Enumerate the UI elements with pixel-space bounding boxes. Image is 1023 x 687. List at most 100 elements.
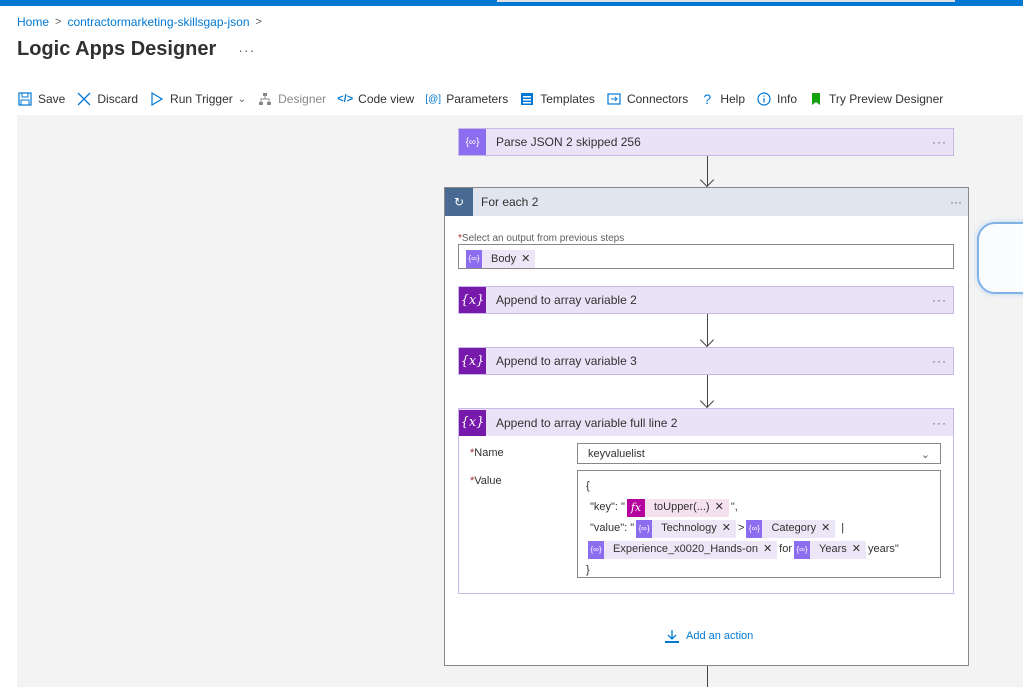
- chevron-right-icon: >: [55, 16, 62, 28]
- try-preview-designer-button[interactable]: Try Preview Designer: [808, 91, 943, 107]
- parse-json-icon: {∞}: [746, 519, 763, 538]
- parameters-label: Parameters: [446, 92, 509, 106]
- value-line-key: "key": " fx toUpper(...) ✕ ",: [586, 497, 932, 518]
- code-view-button[interactable]: </> Code view: [337, 91, 414, 107]
- parse-json-action[interactable]: {∞} Parse JSON 2 skipped 256 ···: [458, 128, 954, 156]
- add-action-button[interactable]: Add an action: [664, 628, 753, 644]
- designer-button[interactable]: Designer: [257, 91, 326, 107]
- help-label: Help: [720, 92, 745, 106]
- code-icon: </>: [337, 93, 354, 105]
- technology-token[interactable]: {∞} Technology ✕: [636, 518, 736, 539]
- breadcrumb-resource[interactable]: contractormarketing-skillsgap-json: [67, 15, 249, 29]
- variable-icon: {x}: [459, 348, 486, 374]
- chevron-right-icon: >: [255, 16, 262, 28]
- remove-token-icon[interactable]: ✕: [722, 518, 731, 539]
- select-output-label: *Select an output from previous steps: [458, 233, 625, 244]
- remove-token-icon[interactable]: ✕: [821, 518, 830, 539]
- templates-icon: [519, 91, 535, 107]
- remove-token-icon[interactable]: ✕: [852, 539, 861, 560]
- connector-line: [707, 666, 708, 687]
- chevron-down-icon: ⌄: [237, 93, 247, 105]
- save-button[interactable]: Save: [17, 91, 65, 107]
- parse-json-icon: {∞}: [466, 249, 482, 268]
- years-token[interactable]: {∞} Years ✕: [794, 539, 866, 560]
- breadcrumb: Home > contractormarketing-skillsgap-jso…: [17, 15, 262, 29]
- code-view-label: Code view: [358, 92, 415, 106]
- save-icon: [17, 91, 33, 107]
- experience-token[interactable]: {∞} Experience_x0020_Hands-on ✕: [588, 539, 778, 560]
- designer-label: Designer: [278, 92, 327, 106]
- floating-panel-edge[interactable]: [977, 222, 1023, 294]
- parse-json-title: Parse JSON 2 skipped 256: [496, 135, 641, 149]
- append-full-line-more-button[interactable]: ···: [932, 416, 947, 430]
- parse-json-more-button[interactable]: ···: [932, 135, 947, 149]
- select-output-field[interactable]: {∞} Body ✕: [458, 244, 954, 269]
- run-trigger-button[interactable]: Run Trigger ⌄: [149, 91, 246, 107]
- templates-button[interactable]: Templates: [519, 91, 595, 107]
- save-label: Save: [38, 92, 66, 106]
- append-variable-2-more-button[interactable]: ···: [932, 293, 947, 307]
- name-label: *Name: [470, 447, 504, 459]
- connectors-button[interactable]: Connectors: [606, 91, 688, 107]
- append-variable-3-more-button[interactable]: ···: [932, 354, 947, 368]
- foreach-more-button[interactable]: ···: [950, 195, 962, 209]
- add-action-label: Add an action: [686, 630, 754, 642]
- name-dropdown-value: keyvaluelist: [588, 448, 645, 460]
- function-icon: fx: [626, 498, 645, 517]
- value-label: *Value: [470, 475, 502, 487]
- play-icon: [149, 91, 165, 107]
- page-title: Logic Apps Designer: [17, 38, 217, 60]
- flow-icon: [257, 91, 273, 107]
- run-trigger-label: Run Trigger: [170, 92, 233, 106]
- value-line-close: }: [586, 564, 590, 576]
- append-variable-3-action[interactable]: {x} Append to array variable 3 ···: [458, 347, 954, 375]
- discard-button[interactable]: Discard: [76, 91, 138, 107]
- parse-json-icon: {∞}: [794, 540, 810, 559]
- toolbar: Save Discard Run Trigger ⌄ Designer </> …: [17, 89, 954, 109]
- append-variable-2-action[interactable]: {x} Append to array variable 2 ···: [458, 286, 954, 314]
- append-full-line-action[interactable]: {x} Append to array variable full line 2…: [458, 408, 954, 436]
- info-button[interactable]: Info: [756, 91, 797, 107]
- remove-token-icon[interactable]: ✕: [715, 497, 724, 518]
- value-line-experience: {∞} Experience_x0020_Hands-on ✕ for {∞} …: [586, 539, 932, 560]
- parameters-icon: [@]: [425, 93, 442, 105]
- connectors-label: Connectors: [626, 92, 689, 106]
- try-preview-label: Try Preview Designer: [829, 92, 944, 106]
- foreach-header[interactable]: ↻ For each 2 ···: [445, 188, 968, 216]
- add-action-icon: [665, 630, 679, 643]
- remove-token-icon[interactable]: ✕: [763, 539, 772, 560]
- value-line-value: "value": " {∞} Technology ✕ > {∞} Catego…: [586, 518, 932, 539]
- parameters-button[interactable]: [@] Parameters: [425, 91, 508, 107]
- body-token[interactable]: {∞} Body ✕: [466, 249, 536, 268]
- parse-json-icon: {∞}: [459, 129, 486, 155]
- parse-json-icon: {∞}: [636, 519, 653, 538]
- append-variable-3-title: Append to array variable 3: [496, 354, 637, 368]
- toupper-token[interactable]: fx toUpper(...) ✕: [626, 497, 729, 518]
- bookmark-icon: [808, 91, 824, 107]
- templates-label: Templates: [540, 92, 595, 106]
- name-dropdown[interactable]: keyvaluelist ⌄: [577, 443, 941, 464]
- discard-label: Discard: [97, 92, 139, 106]
- connectors-icon: [606, 91, 622, 107]
- page-title-row: Logic Apps Designer ···: [17, 38, 255, 61]
- global-search-bar[interactable]: [497, 0, 955, 2]
- more-options-button[interactable]: ···: [238, 42, 255, 58]
- info-label: Info: [777, 92, 798, 106]
- close-icon: [76, 91, 92, 107]
- help-icon: ?: [703, 91, 712, 107]
- append-variable-2-title: Append to array variable 2: [496, 293, 637, 307]
- value-editor[interactable]: { "key": " fx toUpper(...) ✕ ", "value":…: [577, 470, 941, 578]
- help-button[interactable]: ? Help: [699, 91, 745, 107]
- variable-icon: {x}: [459, 409, 486, 436]
- category-token[interactable]: {∞} Category ✕: [746, 518, 836, 539]
- remove-token-icon[interactable]: ✕: [521, 252, 530, 265]
- info-icon: [756, 91, 772, 107]
- value-line-open: {: [586, 480, 590, 492]
- loop-icon: ↻: [445, 188, 473, 216]
- top-bar: [0, 0, 1023, 6]
- foreach-title: For each 2: [481, 195, 539, 209]
- chevron-down-icon: ⌄: [920, 449, 930, 461]
- variable-icon: {x}: [459, 287, 486, 313]
- append-full-line-title: Append to array variable full line 2: [496, 415, 678, 430]
- breadcrumb-home[interactable]: Home: [17, 15, 49, 29]
